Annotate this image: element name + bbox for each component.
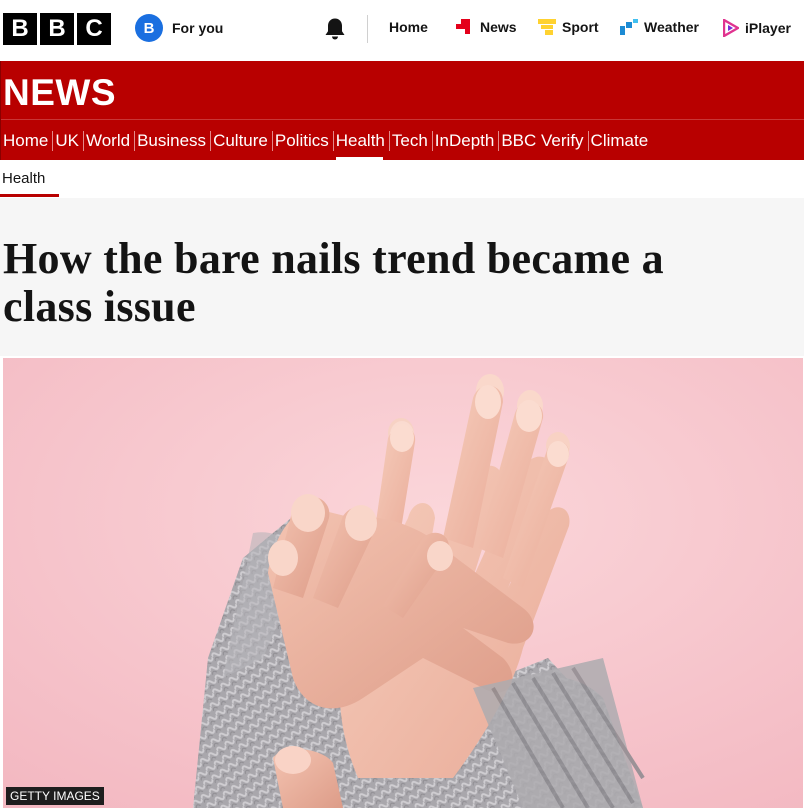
nav-item-label: InDepth — [434, 131, 495, 150]
nav-item-label: Health — [335, 131, 385, 150]
nav-item-label: Home — [3, 131, 49, 150]
article-headline: How the bare nails trend became a class … — [3, 235, 793, 331]
global-nav-sport[interactable]: Sport — [538, 19, 599, 35]
subnav-item-health[interactable]: Health — [2, 170, 45, 187]
nav-item-label: Politics — [274, 131, 329, 150]
nav-item-label: Business — [137, 131, 207, 150]
masthead-divider — [1, 119, 804, 120]
global-nav-iplayer-label: iPlayer — [745, 20, 791, 36]
bbc-logo-letter: B — [40, 13, 74, 45]
global-nav-home[interactable]: Home — [389, 19, 428, 35]
bbc-logo-letter: C — [77, 13, 111, 45]
news-section-nav: Home UK World Business Culture Politics … — [1, 129, 653, 160]
nav-item-home[interactable]: Home — [1, 129, 54, 153]
headline-line-2: class issue — [3, 282, 196, 331]
global-nav-news[interactable]: News — [456, 19, 517, 35]
weather-icon — [620, 19, 638, 35]
global-header: B B C B For you Home News Sport Weather … — [0, 0, 804, 60]
nav-item-politics[interactable]: Politics — [273, 129, 334, 153]
nav-item-tech[interactable]: Tech — [390, 129, 433, 153]
nav-item-label: Culture — [213, 131, 268, 150]
header-divider — [367, 15, 368, 43]
nav-item-bbc-verify[interactable]: BBC Verify — [499, 129, 589, 153]
global-nav-news-label: News — [480, 19, 517, 35]
nav-item-culture[interactable]: Culture — [211, 129, 273, 153]
bbc-logo-letter: B — [3, 13, 37, 45]
nav-item-label: Tech — [391, 131, 428, 150]
nav-item-health[interactable]: Health — [334, 129, 391, 160]
nav-item-label: Climate — [590, 131, 649, 150]
nav-item-climate[interactable]: Climate — [589, 129, 654, 153]
nav-item-business[interactable]: Business — [135, 129, 212, 153]
news-icon — [456, 19, 470, 34]
hero-image: GETTY IMAGES — [3, 358, 803, 808]
nav-item-label: World — [85, 131, 131, 150]
hands-bare-nails-illustration — [3, 358, 803, 808]
global-nav-iplayer[interactable]: iPlayer — [723, 19, 791, 37]
section-subnav: Health — [0, 160, 804, 198]
subnav-active-indicator — [0, 194, 59, 197]
headline-line-1: How the bare nails trend became a — [3, 234, 664, 283]
account-avatar: B — [135, 14, 163, 42]
headline-band: How the bare nails trend became a class … — [0, 198, 804, 356]
for-you-label: For you — [172, 20, 224, 36]
bbc-logo[interactable]: B B C — [3, 13, 111, 45]
global-nav-sport-label: Sport — [562, 19, 599, 35]
nav-item-world[interactable]: World — [84, 129, 136, 153]
news-brand-title[interactable]: NEWS — [3, 72, 116, 114]
notifications-bell-icon[interactable] — [324, 17, 346, 41]
global-nav-weather-label: Weather — [644, 19, 699, 35]
iplayer-icon — [723, 19, 739, 37]
sport-icon — [538, 19, 556, 35]
nav-item-label: UK — [55, 131, 79, 150]
nav-item-uk[interactable]: UK — [53, 129, 84, 153]
for-you-button[interactable]: B For you — [135, 14, 223, 42]
image-credit: GETTY IMAGES — [6, 787, 104, 805]
global-nav-home-label: Home — [389, 19, 428, 35]
nav-item-indepth[interactable]: InDepth — [433, 129, 500, 153]
news-masthead: NEWS Home UK World Business Culture Poli… — [0, 61, 804, 160]
nav-item-label: BBC Verify — [501, 131, 584, 150]
global-nav-weather[interactable]: Weather — [620, 19, 699, 35]
